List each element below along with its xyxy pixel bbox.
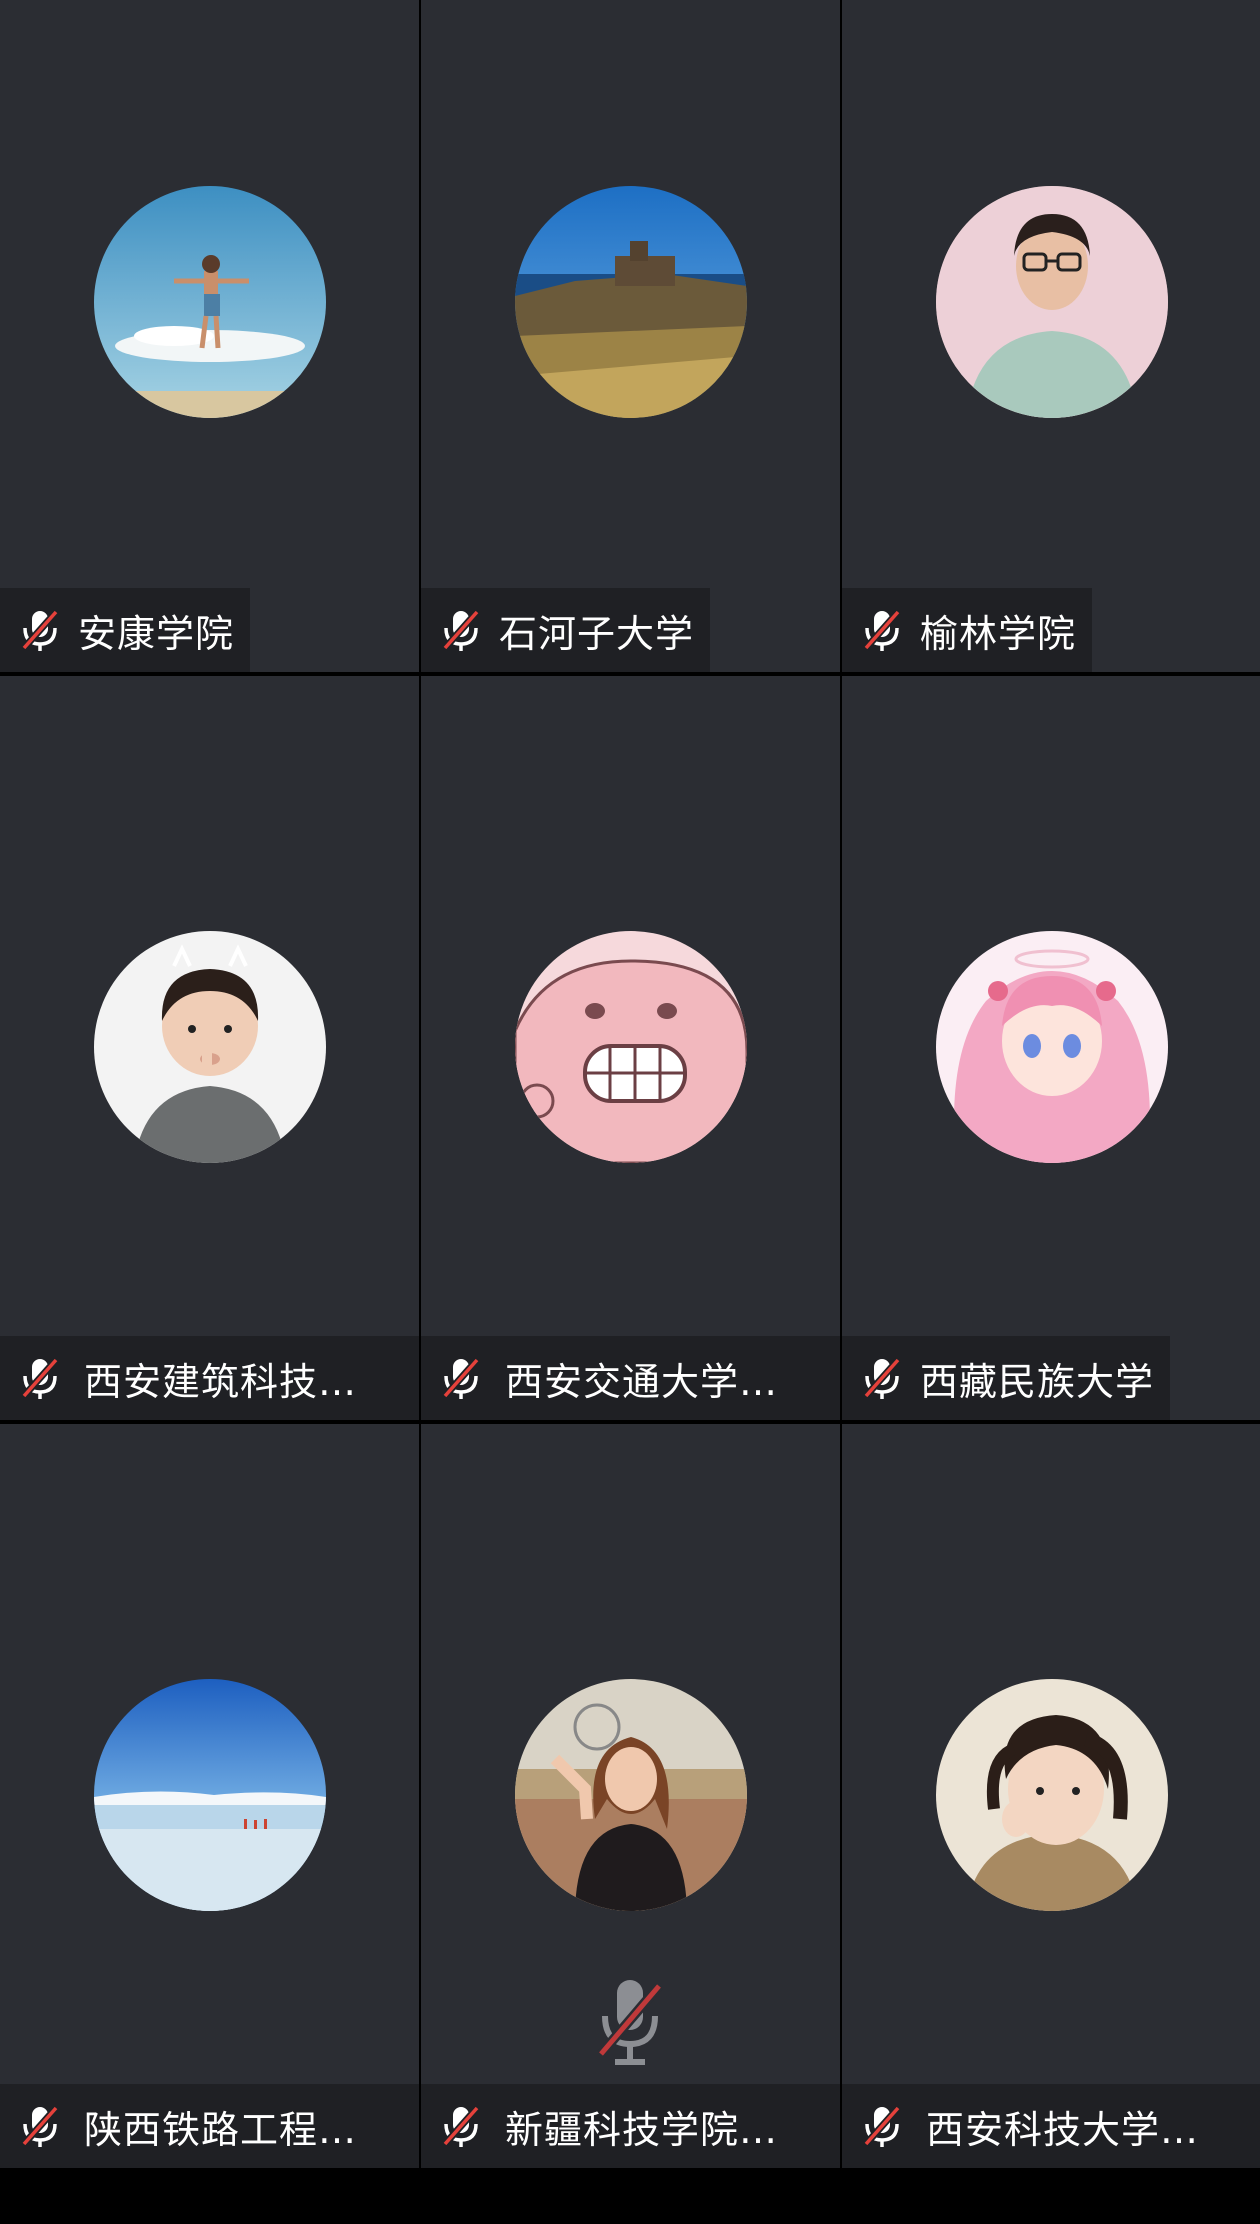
name-tag: 西安科技大学… [842,2084,1260,2168]
participant-name: 榆林学院 [920,611,1077,656]
avatar [935,931,1168,1163]
mic-muted-icon [858,606,906,654]
name-tag: 西安交通大学… [421,1336,840,1420]
floating-mute-button[interactable] [567,1960,693,2086]
participant-tile[interactable]: 西藏民族大学 [842,676,1260,1420]
participant-name: 西安科技大学… [926,2107,1200,2152]
mic-muted-icon [858,2102,906,2150]
avatar [93,186,326,418]
avatar [935,186,1168,418]
participant-name: 陕西铁路工程… [84,2107,358,2152]
name-tag: 陕西铁路工程… [0,2084,419,2168]
participant-name: 西安交通大学… [505,1359,779,1404]
participant-tile[interactable]: 陕西铁路工程… [0,1424,419,2168]
participant-name: 安康学院 [78,611,235,656]
participant-tile[interactable]: 榆林学院 [842,0,1260,672]
avatar [514,1679,747,1911]
participant-tile[interactable]: 西安建筑科技… [0,676,419,1420]
mic-muted-icon [437,606,485,654]
participant-tile[interactable]: 西安交通大学… [421,676,840,1420]
participant-name: 西藏民族大学 [920,1359,1155,1404]
mic-muted-icon [437,1354,485,1402]
avatar [935,1679,1168,1911]
participant-name: 新疆科技学院… [505,2107,779,2152]
participant-tile[interactable]: 石河子大学 [421,0,840,672]
mic-muted-icon [16,606,64,654]
mic-muted-icon [858,1354,906,1402]
mic-muted-icon [437,2102,485,2150]
avatar [514,186,747,418]
name-tag: 新疆科技学院… [421,2084,840,2168]
participant-name: 西安建筑科技… [84,1359,358,1404]
participant-tile[interactable]: 西安科技大学… [842,1424,1260,2168]
name-tag: 榆林学院 [842,588,1093,672]
avatar [93,1679,326,1911]
participant-tile[interactable]: 安康学院 [0,0,419,672]
mic-muted-icon [597,1980,663,2065]
name-tag: 安康学院 [0,588,251,672]
participant-grid: 安康学院 石河子大学 榆林学院 西安建筑科技… 西安交通大学… 西藏民族大学 陕… [0,0,1260,2168]
avatar [93,931,326,1163]
mic-muted-icon [16,1354,64,1402]
name-tag: 西藏民族大学 [842,1336,1171,1420]
name-tag: 西安建筑科技… [0,1336,419,1420]
avatar [514,931,747,1163]
participant-name: 石河子大学 [499,611,695,656]
mic-muted-icon [16,2102,64,2150]
name-tag: 石河子大学 [421,588,711,672]
